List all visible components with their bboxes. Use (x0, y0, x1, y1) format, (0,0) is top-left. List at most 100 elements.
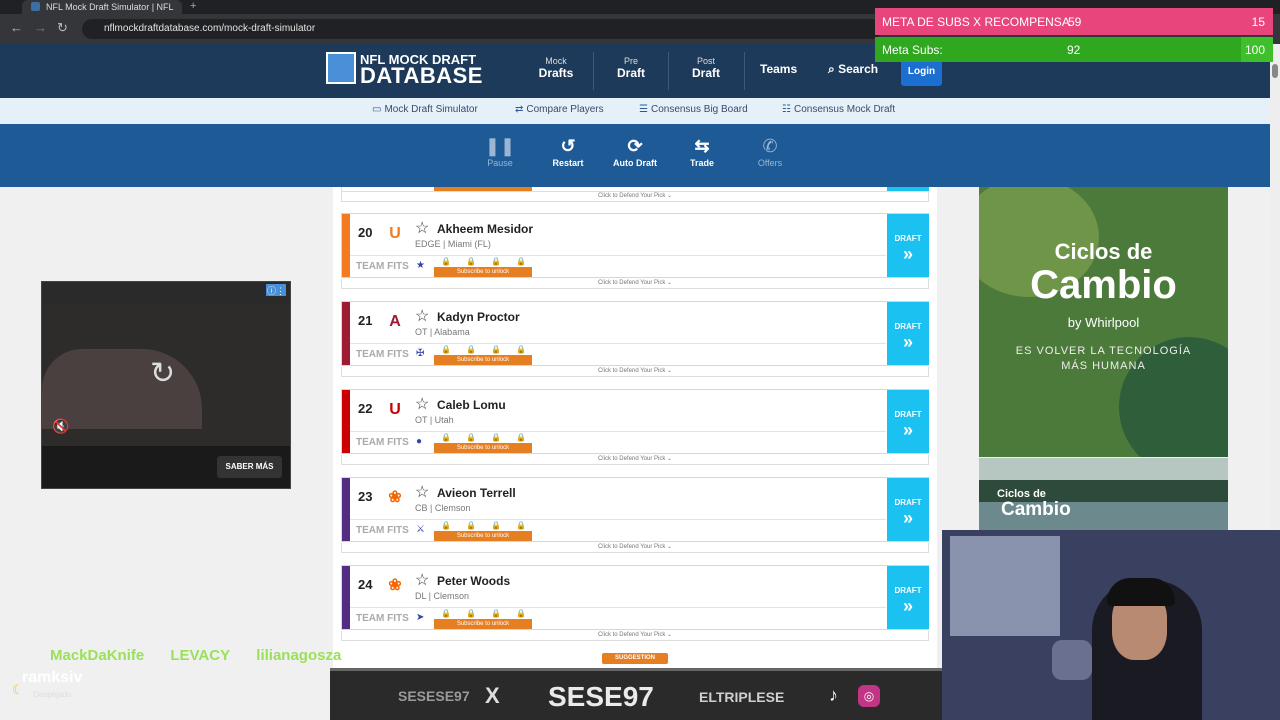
defend-pick-link[interactable]: Click to Defend Your Pick ⌄ (341, 367, 929, 377)
auto-draft-button[interactable]: ⟳ Auto Draft (605, 136, 665, 168)
subnav-consensus-big-board[interactable]: ☰ Consensus Big Board (639, 104, 748, 115)
subnav-consensus-mock-draft[interactable]: ☷ Consensus Mock Draft (782, 104, 895, 115)
offers-button[interactable]: ✆ Offers (740, 136, 800, 168)
ad-info-icon[interactable]: ⓘ⋮ (266, 284, 286, 296)
locked-fits[interactable]: 🔒 🔒 🔒 🔒 Subscribe to unlock (434, 609, 532, 631)
pick-number: 23 (358, 489, 373, 504)
team-color-bar (342, 478, 350, 541)
ad-headline-2: Cambio (1030, 263, 1177, 307)
subscribe-to-unlock[interactable]: Subscribe to unlock (434, 443, 532, 453)
nav-small-label: Pre (623, 56, 638, 66)
star-icon[interactable]: ☆ (415, 218, 429, 238)
browser-tab[interactable]: NFL Mock Draft Simulator | NFL (22, 0, 182, 14)
chatter-name: MackDaKnife (50, 647, 145, 664)
pause-label: Pause (487, 158, 513, 168)
player-position-school: CB | Clemson (415, 503, 471, 513)
team-logo-icon: ● (416, 436, 423, 447)
url-field[interactable]: nflmockdraftdatabase.com/mock-draft-simu… (82, 19, 882, 39)
whirlpool-ad[interactable]: Ciclos de Cambio by Whirlpool ES VOLVER … (979, 187, 1228, 457)
nav-post-draft[interactable]: Post Draft (686, 56, 726, 80)
draft-label: DRAFT (894, 498, 922, 507)
search-icon: ⌕ (828, 62, 835, 76)
college-logo-icon: A (389, 313, 401, 330)
draft-button[interactable]: DRAFT» (887, 390, 929, 453)
mute-icon[interactable]: 🔇 (52, 418, 69, 435)
team-fits-label: TEAM FITS (356, 261, 409, 272)
team-color-bar (342, 214, 350, 277)
draft-button[interactable]: DRAFT» (887, 478, 929, 541)
star-icon[interactable]: ☆ (415, 482, 429, 502)
lock-icon: 🔒 (441, 521, 451, 530)
refresh-icon: ⟳ (627, 136, 643, 156)
subnav-label: Compare Players (526, 104, 604, 115)
player-name[interactable]: Avieon Terrell (437, 486, 516, 500)
locked-fits[interactable]: 🔒 🔒 🔒 🔒 Subscribe to unlock (434, 345, 532, 367)
draft-label: DRAFT (894, 234, 922, 243)
double-chevron-icon: » (902, 244, 913, 264)
login-button[interactable]: Login (901, 58, 942, 86)
replay-icon[interactable]: ↻ (150, 356, 175, 391)
defend-pick-link[interactable]: Click to Defend Your Pick ⌄ (341, 279, 929, 289)
suggestion-tag: SUGGESTION (602, 653, 668, 664)
star-icon[interactable]: ☆ (415, 394, 429, 414)
ad-top-strip (42, 282, 290, 304)
star-icon[interactable]: ☆ (415, 570, 429, 590)
subscribe-to-unlock[interactable]: Subscribe to unlock (434, 619, 532, 629)
draft-button[interactable]: DRAFT» (887, 214, 929, 277)
whirlpool-ad-small[interactable]: Ciclos de Cambio (979, 458, 1228, 530)
nav-mock-drafts[interactable]: Mock Drafts (536, 56, 576, 80)
subs-goal-overlay: META DE SUBS X RECOMPENSA 59 15 Meta Sub… (875, 8, 1273, 62)
defend-pick-link[interactable]: Click to Defend Your Pick ⌄ (341, 455, 929, 465)
subscribe-to-unlock[interactable]: Subscribe to unlock (434, 267, 532, 277)
nav-teams[interactable]: Teams (760, 62, 797, 76)
player-position-school: EDGE | Miami (FL) (415, 239, 491, 249)
nav-small-label: Mock (545, 56, 567, 66)
player-name[interactable]: Akheem Mesidor (437, 222, 533, 236)
lock-icon: 🔒 (466, 345, 476, 354)
double-chevron-icon: » (902, 332, 913, 352)
draft-button[interactable]: DRAFT» (887, 566, 929, 629)
url-site: nflmockdraftdatabase.com (104, 23, 222, 34)
new-tab-icon[interactable]: + (190, 0, 196, 12)
weather-user: ramksiv (22, 669, 83, 686)
back-icon[interactable]: ← (10, 20, 23, 35)
banner-handle-2: ELTRIPLESE (699, 689, 785, 705)
draft-button[interactable]: DRAFT» (887, 302, 929, 365)
stream-banner: SESESE97 X SESE97 ELTRIPLESE ♪ ◎ (330, 668, 942, 720)
card-divider (350, 255, 886, 256)
player-name[interactable]: Kadyn Proctor (437, 310, 520, 324)
nav-search[interactable]: ⌕ Search (828, 62, 878, 77)
scrollbar-thumb[interactable] (1272, 64, 1278, 78)
trade-button[interactable]: ⇆ Trade (672, 136, 732, 168)
reload-icon[interactable]: ↻ (57, 20, 68, 36)
player-name[interactable]: Peter Woods (437, 574, 510, 588)
goal1-value: 59 (1068, 15, 1082, 29)
subnav-compare-players[interactable]: ⇄ Compare Players (515, 104, 604, 115)
star-icon[interactable]: ☆ (415, 306, 429, 326)
nav-pre-draft[interactable]: Pre Draft (611, 56, 651, 80)
subnav-mock-draft-simulator[interactable]: ▭ Mock Draft Simulator (372, 104, 478, 115)
ad-scene-shape (42, 349, 202, 429)
lock-icon: 🔒 (491, 433, 501, 442)
forward-icon[interactable]: → (34, 20, 47, 35)
ad-headline-1: Ciclos de (1054, 239, 1153, 264)
site-logo[interactable]: NFL MOCK DRAFT DATABASE (326, 52, 500, 88)
defend-pick-link[interactable]: Click to Defend Your Pick ⌄ (341, 192, 929, 202)
defend-pick-link[interactable]: Click to Defend Your Pick ⌄ (341, 631, 929, 641)
saber-mas-button[interactable]: SABER MÁS (217, 456, 282, 478)
goal1-label: META DE SUBS X RECOMPENSA (882, 15, 1070, 29)
draft-button-stub[interactable] (887, 187, 929, 191)
chatter-name: LEVACY (170, 647, 231, 664)
subscribe-to-unlock[interactable]: Subscribe to unlock (434, 531, 532, 541)
subscribe-bar (434, 187, 532, 191)
pause-button[interactable]: ❚❚ Pause (470, 136, 530, 168)
restart-button[interactable]: ↺ Restart (538, 136, 598, 168)
player-name[interactable]: Caleb Lomu (437, 398, 506, 412)
locked-fits[interactable]: 🔒 🔒 🔒 🔒 Subscribe to unlock (434, 433, 532, 455)
locked-fits[interactable]: 🔒 🔒 🔒 🔒 Subscribe to unlock (434, 521, 532, 543)
college-logo-icon: ❀ (388, 489, 402, 506)
defend-pick-link[interactable]: Click to Defend Your Pick ⌄ (341, 543, 929, 553)
locked-fits[interactable]: 🔒 🔒 🔒 🔒 Subscribe to unlock (434, 257, 532, 279)
subscribe-to-unlock[interactable]: Subscribe to unlock (434, 355, 532, 365)
card-divider (350, 343, 886, 344)
